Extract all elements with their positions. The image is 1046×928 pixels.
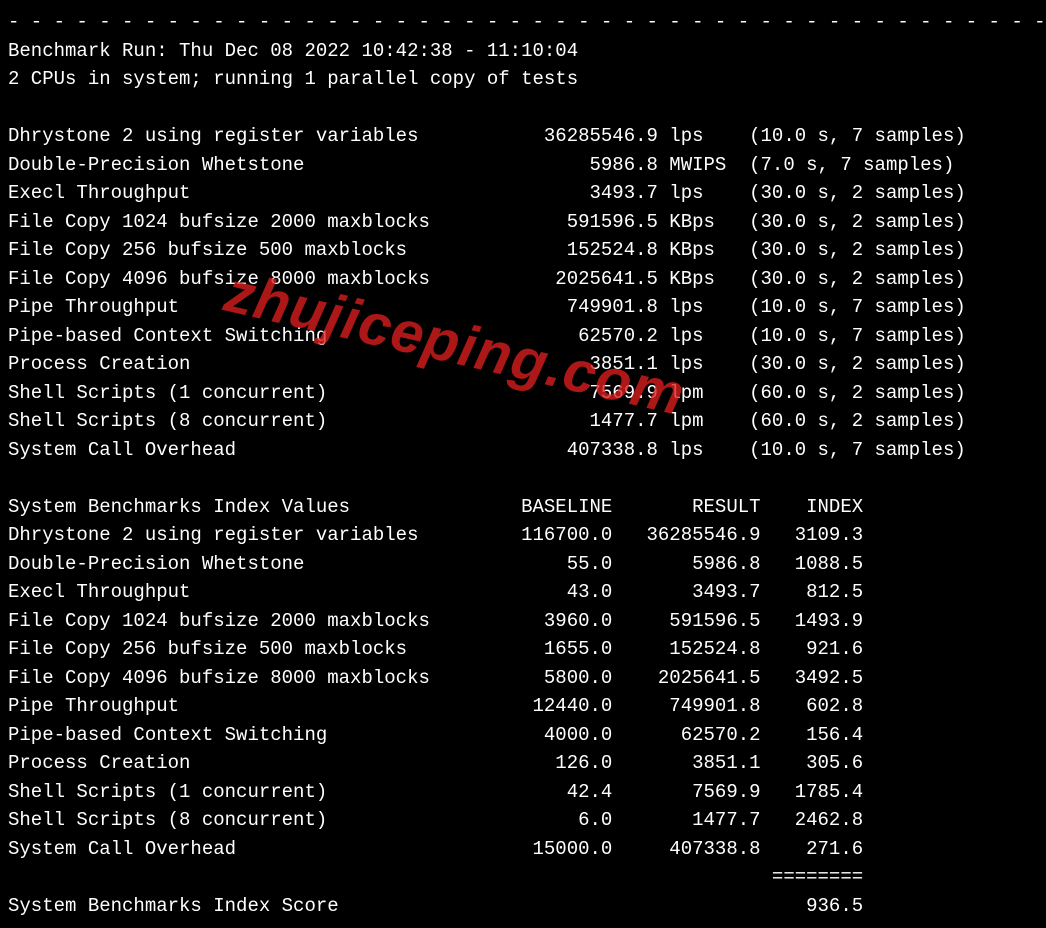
index-row: Shell Scripts (8 concurrent) 6.0 1477.7 … xyxy=(8,806,1038,835)
separator-equals: ======== xyxy=(8,863,1038,892)
blank-line xyxy=(8,94,1038,123)
result-row: Shell Scripts (8 concurrent) 1477.7 lpm … xyxy=(8,407,1038,436)
index-row: Double-Precision Whetstone 55.0 5986.8 1… xyxy=(8,550,1038,579)
index-row: Process Creation 126.0 3851.1 305.6 xyxy=(8,749,1038,778)
index-header: System Benchmarks Index Values BASELINE … xyxy=(8,493,1038,522)
index-row: Shell Scripts (1 concurrent) 42.4 7569.9… xyxy=(8,778,1038,807)
index-score-line: System Benchmarks Index Score 936.5 xyxy=(8,892,1038,921)
index-row: Pipe Throughput 12440.0 749901.8 602.8 xyxy=(8,692,1038,721)
result-row: Process Creation 3851.1 lps (30.0 s, 2 s… xyxy=(8,350,1038,379)
result-row: Pipe Throughput 749901.8 lps (10.0 s, 7 … xyxy=(8,293,1038,322)
result-row: Pipe-based Context Switching 62570.2 lps… xyxy=(8,322,1038,351)
raw-results-block: Dhrystone 2 using register variables 362… xyxy=(8,122,1038,464)
index-row: Execl Throughput 43.0 3493.7 812.5 xyxy=(8,578,1038,607)
index-row: File Copy 1024 bufsize 2000 maxblocks 39… xyxy=(8,607,1038,636)
result-row: File Copy 4096 bufsize 8000 maxblocks 20… xyxy=(8,265,1038,294)
index-row: System Call Overhead 15000.0 407338.8 27… xyxy=(8,835,1038,864)
result-row: File Copy 1024 bufsize 2000 maxblocks 59… xyxy=(8,208,1038,237)
index-results-block: Dhrystone 2 using register variables 116… xyxy=(8,521,1038,863)
result-row: Shell Scripts (1 concurrent) 7569.9 lpm … xyxy=(8,379,1038,408)
index-row: File Copy 4096 bufsize 8000 maxblocks 58… xyxy=(8,664,1038,693)
result-row: Execl Throughput 3493.7 lps (30.0 s, 2 s… xyxy=(8,179,1038,208)
index-row: File Copy 256 bufsize 500 maxblocks 1655… xyxy=(8,635,1038,664)
index-row: Dhrystone 2 using register variables 116… xyxy=(8,521,1038,550)
run-header: Benchmark Run: Thu Dec 08 2022 10:42:38 … xyxy=(8,37,1038,66)
separator-line: - - - - - - - - - - - - - - - - - - - - … xyxy=(8,8,1038,37)
cpu-header: 2 CPUs in system; running 1 parallel cop… xyxy=(8,65,1038,94)
index-row: Pipe-based Context Switching 4000.0 6257… xyxy=(8,721,1038,750)
result-row: Dhrystone 2 using register variables 362… xyxy=(8,122,1038,151)
blank-line xyxy=(8,464,1038,493)
result-row: Double-Precision Whetstone 5986.8 MWIPS … xyxy=(8,151,1038,180)
result-row: File Copy 256 bufsize 500 maxblocks 1525… xyxy=(8,236,1038,265)
result-row: System Call Overhead 407338.8 lps (10.0 … xyxy=(8,436,1038,465)
